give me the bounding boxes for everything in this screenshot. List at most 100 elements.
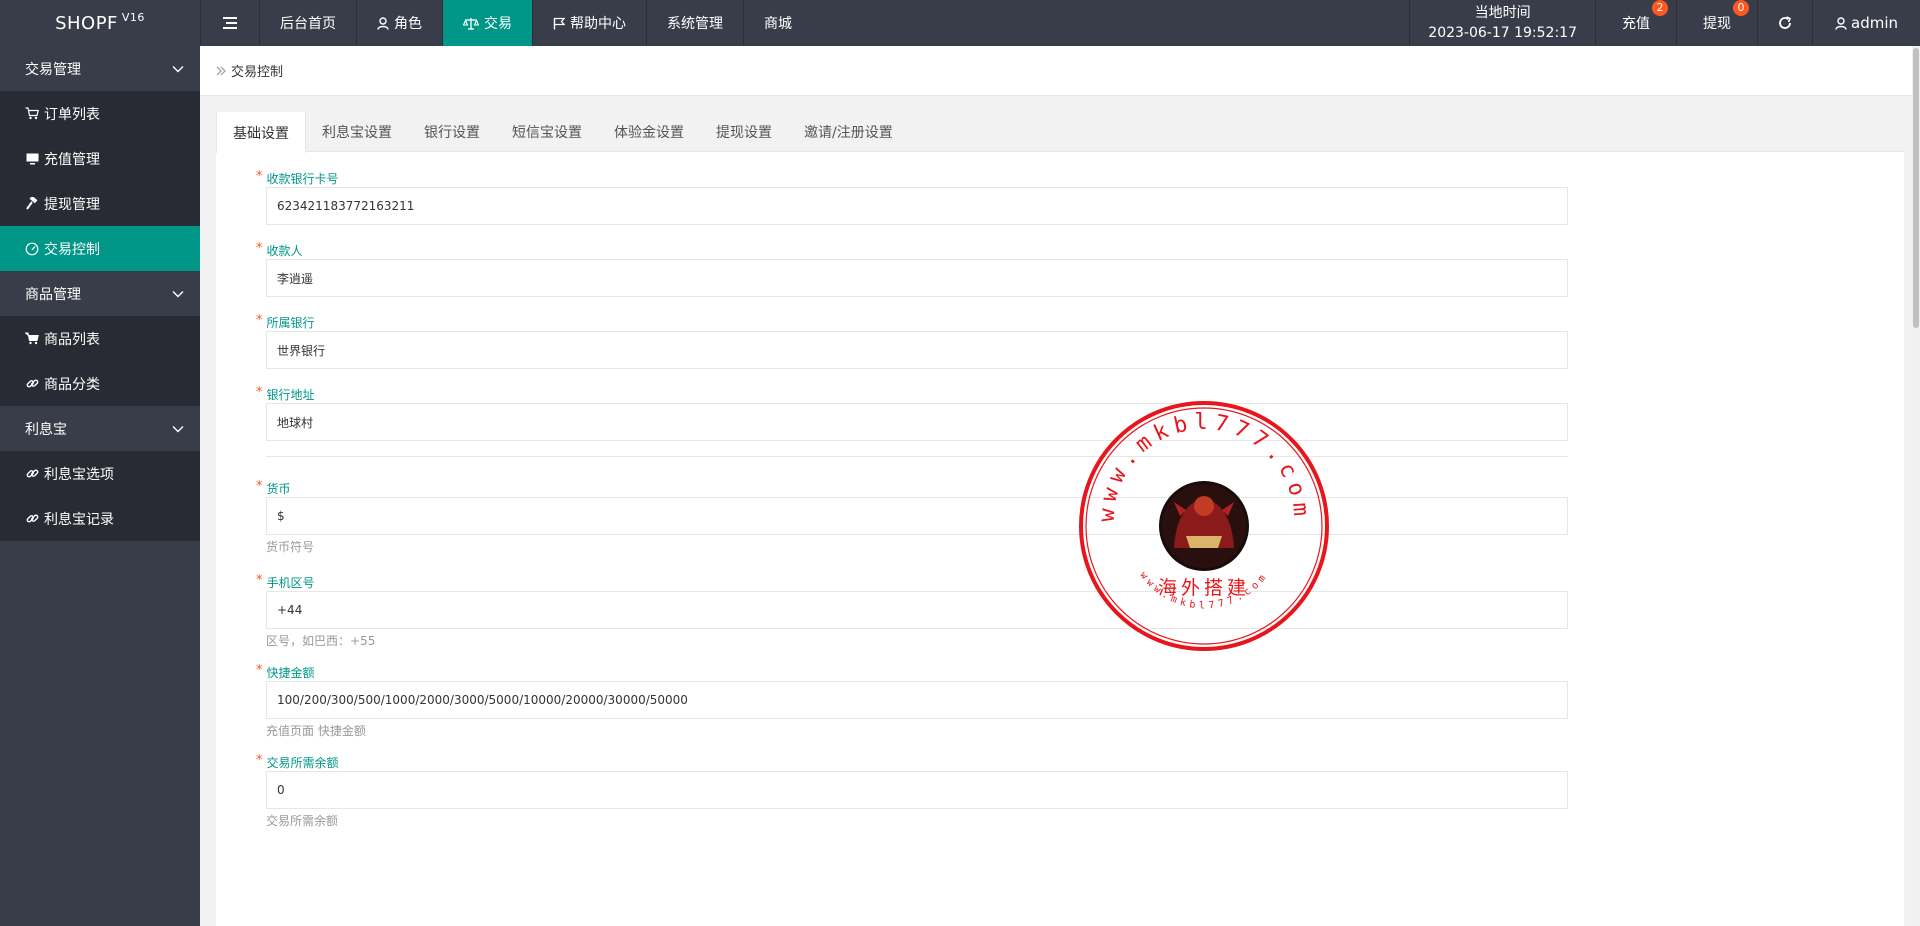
sidebar-item-goods-list[interactable]: 商品列表 [0, 316, 200, 361]
flag-icon [553, 17, 565, 30]
content-scrollbar[interactable] [1912, 46, 1920, 926]
bank-address-input[interactable] [266, 403, 1568, 441]
sidebar-item-label: 商品分类 [44, 376, 100, 393]
required-mark: * [256, 479, 263, 494]
required-mark: * [256, 169, 263, 184]
field-help: 货币符号 [266, 540, 315, 554]
sidebar-group-label: 商品管理 [25, 286, 81, 303]
field-label: * 所属银行 [256, 311, 1568, 331]
field-label: * 手机区号 [256, 571, 1568, 591]
tab-sms[interactable]: 短信宝设置 [496, 112, 598, 152]
nav-help-label: 帮助中心 [570, 16, 626, 32]
phone-code-input[interactable] [266, 591, 1568, 629]
local-time: 当地时间 2023-06-17 19:52:17 [1409, 0, 1595, 46]
currency-input[interactable] [266, 497, 1568, 535]
cart-icon [25, 107, 39, 120]
local-time-value: 2023-06-17 19:52:17 [1428, 25, 1577, 41]
header-tools: 当地时间 2023-06-17 19:52:17 充值 2 提现 0 admin [1409, 0, 1920, 46]
field-bank: * 所属银行 [256, 311, 1568, 369]
logo-text: SHOPF [55, 12, 118, 34]
sidebar-item-withdraw[interactable]: 提现管理 [0, 181, 200, 226]
breadcrumb-current[interactable]: 交易控制 [231, 61, 283, 80]
sidebar-item-label: 交易控制 [44, 241, 100, 258]
withdraw-button[interactable]: 提现 0 [1676, 0, 1757, 46]
sidebar-item-recharge[interactable]: 充值管理 [0, 136, 200, 181]
breadcrumb: 交易控制 [200, 46, 1920, 96]
nav-role[interactable]: 角色 [356, 0, 442, 46]
sidebar-item-label: 利息宝选项 [44, 466, 114, 483]
tab-invite-register[interactable]: 邀请/注册设置 [788, 112, 909, 152]
sidebar-group-label: 交易管理 [25, 61, 81, 78]
scale-icon [463, 17, 479, 30]
tab-basic[interactable]: 基础设置 [216, 112, 306, 153]
field-label: * 收款银行卡号 [256, 167, 1568, 187]
nav-role-label: 角色 [394, 16, 422, 32]
hammer-icon [25, 197, 39, 210]
nav-system[interactable]: 系统管理 [646, 0, 743, 46]
field-label-text: 收款人 [266, 244, 303, 258]
menu-toggle-button[interactable] [200, 0, 259, 46]
field-label-text: 所属银行 [266, 316, 315, 330]
user-name: admin [1851, 14, 1898, 32]
sidebar-item-goods-category[interactable]: 商品分类 [0, 361, 200, 406]
refresh-button[interactable] [1757, 0, 1812, 46]
field-label: * 收款人 [256, 239, 1568, 259]
recharge-label: 充值 [1622, 16, 1650, 32]
tab-bank[interactable]: 银行设置 [408, 112, 496, 152]
field-help: 交易所需余额 [266, 814, 339, 828]
required-mark: * [256, 313, 263, 328]
sidebar-group-trade[interactable]: 交易管理 [0, 46, 200, 91]
field-label-text: 收款银行卡号 [266, 172, 339, 186]
double-chevron-right-icon [216, 66, 226, 76]
sidebar-item-interest-records[interactable]: 利息宝记录 [0, 496, 200, 541]
user-icon [377, 16, 389, 30]
field-label-text: 手机区号 [266, 576, 315, 590]
sidebar-item-interest-options[interactable]: 利息宝选项 [0, 451, 200, 496]
top-nav: 后台首页 角色 交易 帮助中心 系统管理 商城 [200, 0, 812, 46]
required-mark: * [256, 663, 263, 678]
field-label-text: 银行地址 [266, 388, 315, 402]
sidebar-item-label: 订单列表 [44, 106, 100, 123]
link-icon [25, 512, 39, 525]
required-mark: * [256, 573, 263, 588]
tab-interest[interactable]: 利息宝设置 [306, 112, 408, 152]
sidebar-item-orders[interactable]: 订单列表 [0, 91, 200, 136]
sidebar-group-label: 利息宝 [25, 421, 67, 438]
field-label-text: 快捷金额 [266, 666, 315, 680]
settings-tabs: 基础设置 利息宝设置 银行设置 短信宝设置 体验金设置 提现设置 邀请/注册设置 [216, 112, 1904, 153]
nav-home[interactable]: 后台首页 [259, 0, 356, 46]
field-label: * 货币 [256, 477, 1568, 497]
sidebar-group-interest[interactable]: 利息宝 [0, 406, 200, 451]
tab-withdraw[interactable]: 提现设置 [700, 112, 788, 152]
app-logo[interactable]: SHOPF V16 [0, 0, 200, 46]
field-label: * 快捷金额 [256, 661, 1568, 681]
sidebar-item-label: 充值管理 [44, 151, 100, 168]
field-min-balance: *交易所需余额 交易所需余额 [256, 751, 1568, 831]
field-label: * 银行地址 [256, 383, 1568, 403]
nav-mall[interactable]: 商城 [743, 0, 812, 46]
min-balance-input[interactable] [266, 771, 1568, 809]
sidebar-group-goods[interactable]: 商品管理 [0, 271, 200, 316]
payee-input[interactable] [266, 259, 1568, 297]
sidebar-item-trade-control[interactable]: 交易控制 [0, 226, 200, 271]
bank-input[interactable] [266, 331, 1568, 369]
nav-help[interactable]: 帮助中心 [532, 0, 646, 46]
tab-trial-fund[interactable]: 体验金设置 [598, 112, 700, 152]
field-currency: *货币 货币符号 [256, 477, 1568, 557]
sidebar-item-label: 商品列表 [44, 331, 100, 348]
admin-user-icon [1835, 16, 1847, 30]
recharge-button[interactable]: 充值 2 [1595, 0, 1676, 46]
quick-amounts-input[interactable] [266, 681, 1568, 719]
withdraw-label: 提现 [1703, 16, 1731, 32]
user-menu[interactable]: admin [1812, 0, 1920, 46]
sidebar: 交易管理 订单列表 充值管理 提现管理 交易控制 商品管理 商品列表 商品分类 … [0, 46, 200, 926]
bank-card-input[interactable] [266, 187, 1568, 225]
scrollbar-thumb[interactable] [1913, 48, 1919, 328]
main-content: 交易控制 基础设置 利息宝设置 银行设置 短信宝设置 体验金设置 提现设置 邀请… [200, 46, 1920, 926]
nav-trade[interactable]: 交易 [442, 0, 532, 46]
cart-icon [25, 332, 39, 345]
chevron-up-icon [172, 65, 184, 73]
required-mark: * [256, 241, 263, 256]
field-quick-amounts: *快捷金额 充值页面 快捷金额 [256, 661, 1568, 741]
link-icon [25, 377, 39, 390]
